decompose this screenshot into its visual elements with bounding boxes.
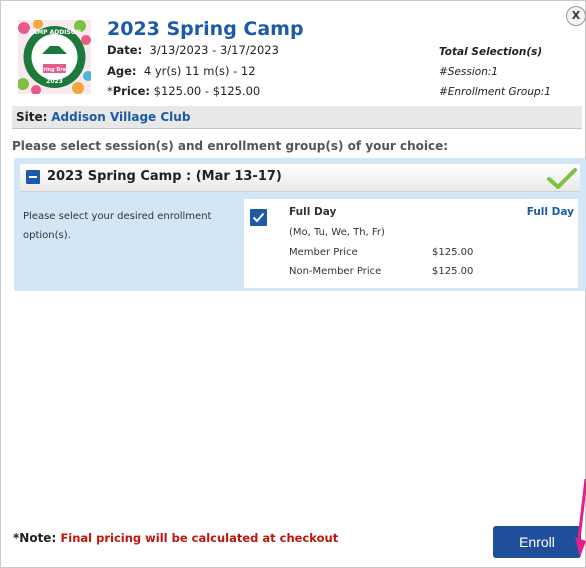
camp-age: Age: 4 yr(s) 11 m(s) - 12 [107, 64, 256, 78]
non-member-price-label: Non-Member Price [289, 266, 382, 277]
enrollment-modal: X CAMP ADDISON Spring Break 2023 2023 Sp… [0, 0, 586, 568]
price-label: Price: [112, 84, 151, 98]
logo-line1: Spring Break [36, 67, 73, 73]
option-checkbox[interactable] [250, 209, 267, 226]
session-header[interactable]: 2023 Spring Camp : (Mar 13-17) [20, 164, 580, 192]
session-count: #Session:1 [439, 66, 499, 78]
session-complete-check-icon [547, 168, 577, 189]
total-selection-heading: Total Selection(s) [439, 46, 543, 58]
option-name: Full Day [289, 206, 337, 218]
non-member-price-value: $125.00 [432, 266, 474, 277]
close-button[interactable]: X [566, 6, 586, 26]
option-group: Full Day [526, 206, 574, 218]
member-price-label: Member Price [289, 247, 358, 258]
age-value: 4 yr(s) 11 m(s) - 12 [143, 64, 256, 78]
pointer-arrow-icon [575, 479, 586, 557]
camp-logo: CAMP ADDISON Spring Break 2023 [18, 20, 91, 94]
option-days: (Mo, Tu, We, Th, Fr) [289, 227, 385, 238]
enrollment-option-card[interactable]: Full Day Full Day (Mo, Tu, We, Th, Fr) M… [244, 199, 578, 288]
camp-price: *Price: $125.00 - $125.00 [107, 84, 260, 98]
enrollment-group-count: #Enrollment Group:1 [439, 86, 551, 98]
site-bar: Site: Addison Village Club [12, 106, 582, 129]
logo-line2: 2023 [46, 78, 63, 85]
member-price-value: $125.00 [432, 247, 474, 258]
logo-ring-text: CAMP ADDISON [28, 29, 81, 36]
note-label: *Note: [13, 531, 57, 545]
date-label: Date: [107, 43, 143, 57]
collapse-icon[interactable] [26, 170, 40, 184]
enroll-button[interactable]: Enroll [493, 526, 581, 558]
camp-date: Date: 3/13/2023 - 3/17/2023 [107, 43, 279, 57]
checkmark-icon [252, 212, 265, 223]
note-text: Final pricing will be calculated at chec… [60, 531, 339, 545]
site-label: Site: [16, 110, 48, 124]
session-title: 2023 Spring Camp : (Mar 13-17) [47, 169, 282, 184]
age-label: Age: [107, 64, 137, 78]
pricing-note: *Note: Final pricing will be calculated … [13, 531, 338, 545]
camp-title: 2023 Spring Camp [107, 18, 304, 40]
site-value: Addison Village Club [51, 110, 191, 124]
price-value: $125.00 - $125.00 [153, 84, 261, 98]
enrollment-prompt: Please select your desired enrollment op… [23, 211, 212, 241]
selection-instruction: Please select session(s) and enrollment … [12, 139, 449, 153]
session-panel: 2023 Spring Camp : (Mar 13-17) Please se… [14, 158, 586, 291]
date-value: 3/13/2023 - 3/17/2023 [149, 43, 279, 57]
